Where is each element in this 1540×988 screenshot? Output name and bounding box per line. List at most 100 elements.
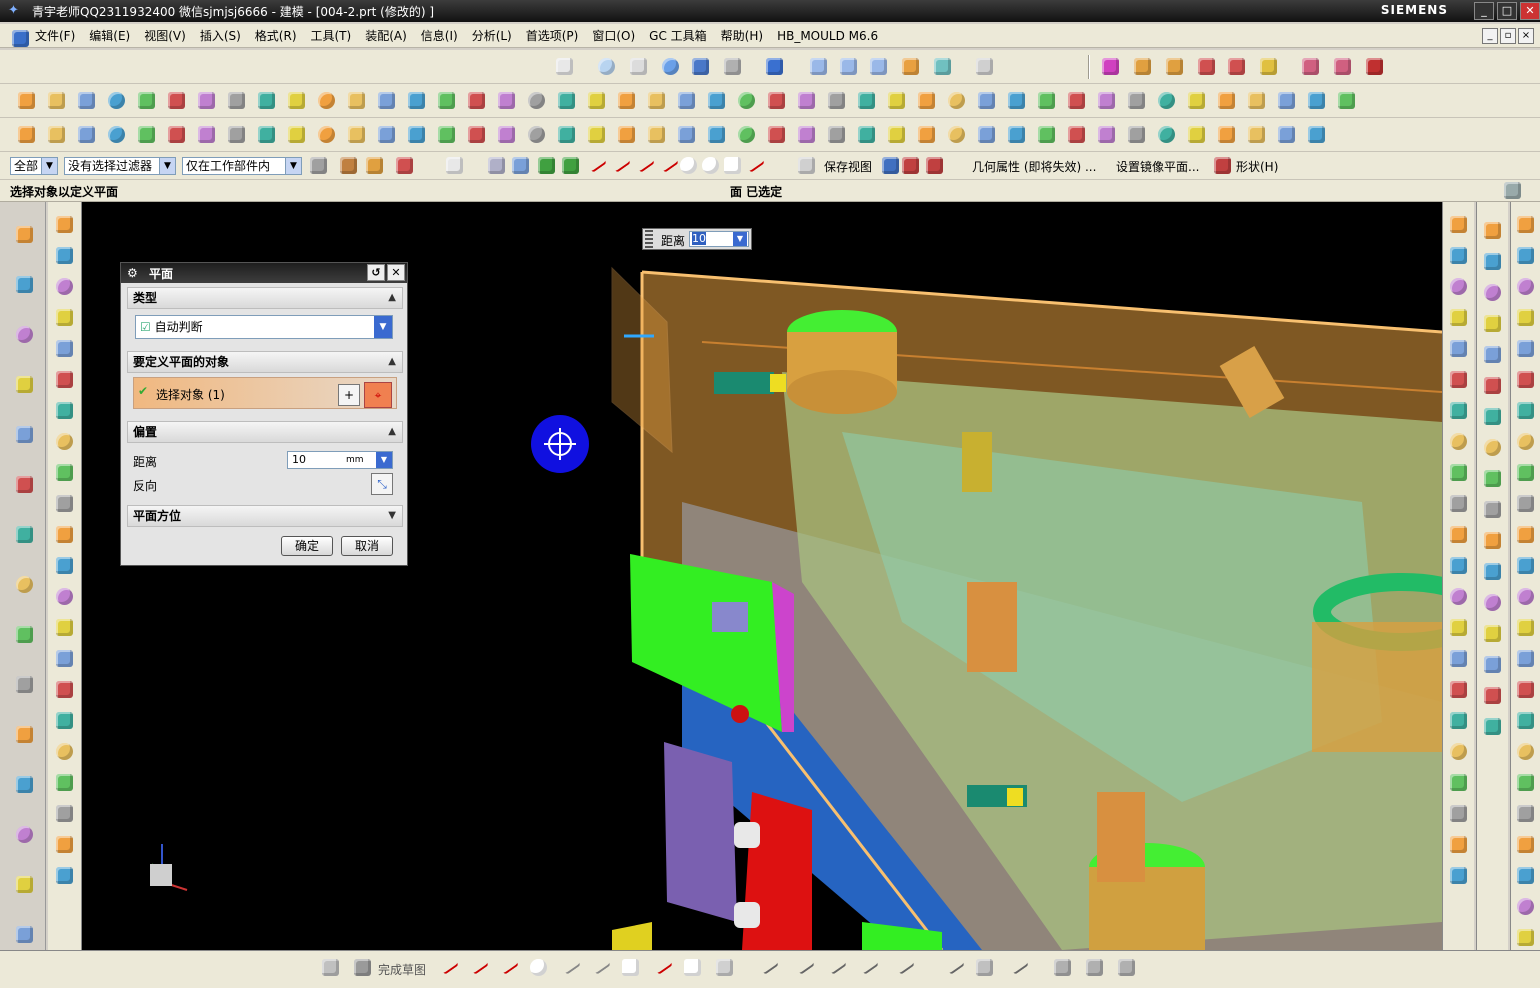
- curve-tool-icon-6[interactable]: [164, 122, 190, 148]
- menu-file[interactable]: 文件(F): [28, 25, 82, 47]
- curve-tool-icon-36[interactable]: [1064, 122, 1090, 148]
- sketch-curve-icon-22[interactable]: [52, 863, 78, 889]
- sketch-curve-icon-15[interactable]: [52, 646, 78, 672]
- rotate-icon[interactable]: [658, 54, 684, 80]
- feature-tool-icon-26[interactable]: [764, 88, 790, 114]
- section-type-header[interactable]: 类型 ▲: [127, 287, 403, 309]
- select-face-icon[interactable]: [508, 153, 534, 179]
- navigator-icon-5[interactable]: [12, 422, 38, 448]
- view-front-icon[interactable]: [836, 54, 862, 80]
- right-tool-c-icon-12[interactable]: [1513, 553, 1539, 579]
- polygon-icon[interactable]: [650, 955, 676, 981]
- sketch-curve-icon-6[interactable]: [52, 367, 78, 393]
- menu-assembly[interactable]: 装配(A): [358, 25, 414, 47]
- sketch-curve-icon-9[interactable]: [52, 460, 78, 486]
- snap-mid-icon[interactable]: [608, 153, 634, 179]
- right-tool-b-icon-2[interactable]: [1480, 249, 1506, 275]
- sketch-curve-icon-13[interactable]: [52, 584, 78, 610]
- feature-tool-icon-6[interactable]: [164, 88, 190, 114]
- render-style-icon[interactable]: [720, 54, 746, 80]
- navigator-icon-12[interactable]: [12, 772, 38, 798]
- menu-insert[interactable]: 插入(S): [193, 25, 248, 47]
- curve-tool-icon-28[interactable]: [824, 122, 850, 148]
- navigator-icon-13[interactable]: [12, 822, 38, 848]
- feature-tool-icon-21[interactable]: [614, 88, 640, 114]
- type-filter-dropdown[interactable]: 全部 ▼: [10, 157, 58, 175]
- right-tool-c-icon-1[interactable]: [1513, 212, 1539, 238]
- distance-field[interactable]: 10 mm ▼: [287, 451, 393, 469]
- right-tool-c-icon-19[interactable]: [1513, 770, 1539, 796]
- right-tool-a-icon-11[interactable]: [1446, 522, 1472, 548]
- right-tool-c-icon-13[interactable]: [1513, 584, 1539, 610]
- right-tool-c-icon-11[interactable]: [1513, 522, 1539, 548]
- curve-tool-icon-38[interactable]: [1124, 122, 1150, 148]
- feature-tool-icon-45[interactable]: [1334, 88, 1360, 114]
- fit-view-icon[interactable]: [552, 54, 578, 80]
- alternate-solution-icon[interactable]: [1082, 955, 1108, 981]
- right-tool-c-icon-16[interactable]: [1513, 677, 1539, 703]
- select-objects-row[interactable]: ✔ 选择对象 (1) + ⌖: [133, 377, 397, 409]
- curve-tool-icon-13[interactable]: [374, 122, 400, 148]
- feature-tool-icon-38[interactable]: [1124, 88, 1150, 114]
- feature-tool-icon-23[interactable]: [674, 88, 700, 114]
- curve-tool-icon-34[interactable]: [1004, 122, 1030, 148]
- curve-tool-icon-43[interactable]: [1274, 122, 1300, 148]
- menu-analysis[interactable]: 分析(L): [465, 25, 519, 47]
- assembly-icon-9[interactable]: [1362, 54, 1388, 80]
- curve-tool-icon-26[interactable]: [764, 122, 790, 148]
- right-tool-b-icon-9[interactable]: [1480, 466, 1506, 492]
- right-tool-a-icon-5[interactable]: [1446, 336, 1472, 362]
- circle-icon[interactable]: [526, 955, 552, 981]
- view-iso-icon[interactable]: [866, 54, 892, 80]
- right-tool-a-icon-3[interactable]: [1446, 274, 1472, 300]
- dimension-icon[interactable]: [892, 955, 918, 981]
- curve-tool-icon-23[interactable]: [674, 122, 700, 148]
- right-tool-c-icon-5[interactable]: [1513, 336, 1539, 362]
- assembly-icon-7[interactable]: [1298, 54, 1324, 80]
- curve-tool-icon-12[interactable]: [344, 122, 370, 148]
- right-tool-a-icon-13[interactable]: [1446, 584, 1472, 610]
- right-tool-a-icon-1[interactable]: [1446, 212, 1472, 238]
- rectangle-icon[interactable]: [618, 955, 644, 981]
- grid-icon[interactable]: [794, 153, 820, 179]
- right-tool-a-icon-15[interactable]: [1446, 646, 1472, 672]
- right-tool-c-icon-7[interactable]: [1513, 398, 1539, 424]
- feature-tool-icon-20[interactable]: [584, 88, 610, 114]
- right-tool-a-icon-19[interactable]: [1446, 770, 1472, 796]
- assembly-icon-5[interactable]: [1224, 54, 1250, 80]
- assembly-icon-1[interactable]: [1098, 54, 1124, 80]
- feature-tool-icon-28[interactable]: [824, 88, 850, 114]
- right-tool-b-icon-6[interactable]: [1480, 373, 1506, 399]
- right-tool-b-icon-8[interactable]: [1480, 435, 1506, 461]
- curve-tool-icon-9[interactable]: [254, 122, 280, 148]
- geom-props-icon[interactable]: [922, 153, 948, 179]
- sketch-curve-icon-10[interactable]: [52, 491, 78, 517]
- curve-tool-icon-10[interactable]: [284, 122, 310, 148]
- orient-view-icon[interactable]: [762, 54, 788, 80]
- curve-tool-icon-39[interactable]: [1154, 122, 1180, 148]
- assembly-icon-8[interactable]: [1330, 54, 1356, 80]
- view-icon-b[interactable]: [898, 153, 924, 179]
- sketch-curve-icon-5[interactable]: [52, 336, 78, 362]
- snap-icon-3[interactable]: [392, 153, 418, 179]
- right-tool-b-icon-14[interactable]: [1480, 621, 1506, 647]
- plane-type-dropdown[interactable]: ☑ 自动判断 ▼: [135, 315, 393, 339]
- snap-point-icon[interactable]: [534, 153, 560, 179]
- right-tool-a-icon-6[interactable]: [1446, 367, 1472, 393]
- feature-tool-icon-17[interactable]: [494, 88, 520, 114]
- right-tool-c-icon-17[interactable]: [1513, 708, 1539, 734]
- right-tool-c-icon-3[interactable]: [1513, 274, 1539, 300]
- right-tool-c-icon-20[interactable]: [1513, 801, 1539, 827]
- right-tool-a-icon-9[interactable]: [1446, 460, 1472, 486]
- right-tool-c-icon-8[interactable]: [1513, 429, 1539, 455]
- right-tool-a-icon-21[interactable]: [1446, 832, 1472, 858]
- zoom-window-icon[interactable]: [626, 54, 652, 80]
- cancel-button[interactable]: 取消: [341, 536, 393, 556]
- feature-tool-icon-30[interactable]: [884, 88, 910, 114]
- right-tool-a-icon-12[interactable]: [1446, 553, 1472, 579]
- right-tool-b-icon-15[interactable]: [1480, 652, 1506, 678]
- snap-control-icon[interactable]: [632, 153, 658, 179]
- right-tool-b-icon-5[interactable]: [1480, 342, 1506, 368]
- feature-tool-icon-41[interactable]: [1214, 88, 1240, 114]
- menu-edit[interactable]: 编辑(E): [82, 25, 137, 47]
